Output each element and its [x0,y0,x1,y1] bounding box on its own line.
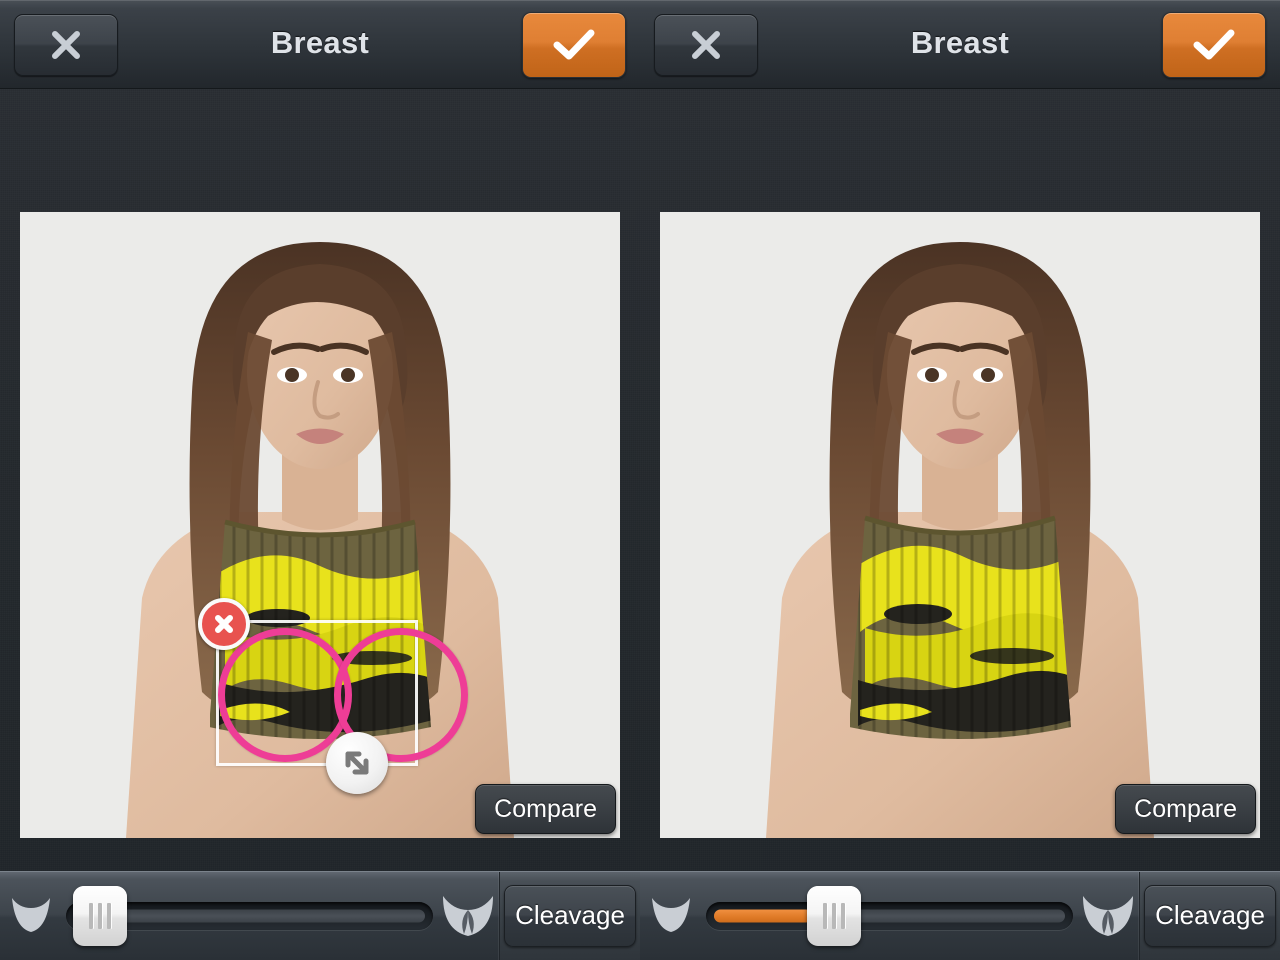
photo-after[interactable]: Compare [660,212,1260,838]
bottom-toolbar-left: Cleavage [0,871,640,960]
cleavage-button[interactable]: Cleavage [504,885,636,947]
knob-grip [89,903,93,929]
breast-size-slider[interactable] [706,872,1073,960]
slider-knob[interactable] [806,886,861,946]
knob-grip [98,903,102,929]
breast-size-slider-group [0,872,500,960]
overlay-resize-handle[interactable] [326,732,388,794]
close-icon [655,15,757,75]
small-bra-icon [640,885,702,947]
knob-grip [822,903,827,929]
resize-diagonal-icon [326,732,388,794]
panel-header-right: Breast [640,0,1280,89]
breast-adjust-overlay[interactable] [198,598,478,794]
editor-panel-left: Breast Compare Cleavage [0,0,640,960]
checkmark-icon [1163,13,1265,77]
knob-grip [107,903,111,929]
compare-button[interactable]: Compare [475,784,616,834]
knob-grip [840,903,845,929]
breast-size-slider-group [640,872,1140,960]
bottom-toolbar-right: Cleavage [640,871,1280,960]
editor-panel-right: Breast Compare Cleavage [640,0,1280,960]
slider-knob[interactable] [73,886,127,946]
cancel-button[interactable] [654,14,758,76]
close-icon [15,15,117,75]
delete-badge-icon [202,602,246,646]
compare-button[interactable]: Compare [1115,784,1256,834]
cancel-button[interactable] [14,14,118,76]
cleavage-section-right: Cleavage [1140,872,1280,960]
checkmark-icon [523,13,625,77]
breast-size-slider[interactable] [66,872,433,960]
large-bra-icon [1077,885,1139,947]
panel-header-left: Breast [0,0,640,89]
confirm-button[interactable] [522,12,626,78]
overlay-delete-button[interactable] [198,598,250,650]
slider-fill [714,909,812,923]
photo-subject-image [660,212,1260,838]
knob-grip [831,903,836,929]
photo-before[interactable]: Compare [20,212,620,838]
cleavage-section-left: Cleavage [500,872,640,960]
small-bra-icon [0,885,62,947]
confirm-button[interactable] [1162,12,1266,78]
cleavage-button[interactable]: Cleavage [1144,885,1276,947]
large-bra-icon [437,885,499,947]
app-root: Breast Compare Cleavage Breast Compare C… [0,0,1280,960]
